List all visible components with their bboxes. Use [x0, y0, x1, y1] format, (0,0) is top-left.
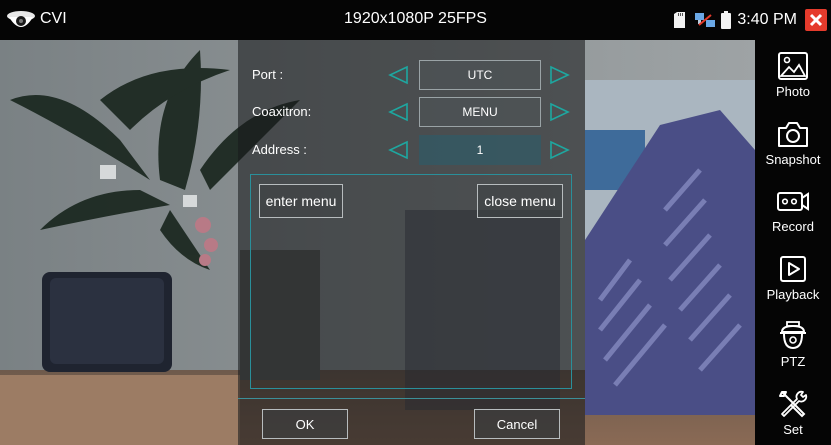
close-menu-button[interactable]: close menu [477, 184, 563, 218]
video-record-icon [777, 192, 809, 211]
right-toolbar: Photo Snapshot Record Playback PTZ Set [755, 40, 831, 445]
address-row: Address : 1 [238, 134, 585, 166]
address-label: Address : [252, 142, 307, 157]
set-label: Set [783, 421, 803, 437]
coaxitron-value[interactable]: MENU [419, 97, 541, 127]
ok-button[interactable]: OK [262, 409, 348, 439]
snapshot-label: Snapshot [765, 151, 821, 167]
status-icons: 3:40 PM [674, 0, 831, 40]
photo-icon [778, 52, 808, 80]
camera-icon [778, 121, 808, 147]
address-prev-arrow-icon[interactable] [387, 140, 409, 160]
ptz-label: PTZ [780, 354, 806, 369]
tools-icon [779, 390, 808, 417]
enter-menu-button[interactable]: enter menu [259, 184, 343, 218]
close-button[interactable] [805, 9, 827, 31]
port-label: Port : [252, 67, 284, 82]
menu-control-panel: enter menu close menu [250, 174, 572, 389]
record-button[interactable]: Record [755, 175, 831, 243]
coaxitron-next-arrow-icon[interactable] [549, 102, 571, 122]
network-icon [695, 13, 716, 27]
status-bar: CVI 1920x1080P 25FPS 3:40 PM [0, 0, 831, 40]
photo-label: Photo [776, 84, 810, 99]
port-next-arrow-icon[interactable] [549, 65, 571, 85]
clock: 3:40 PM [737, 11, 797, 28]
cancel-button[interactable]: Cancel [474, 409, 560, 439]
snapshot-button[interactable]: Snapshot [755, 108, 831, 176]
close-icon [809, 13, 823, 27]
coaxitron-row: Coaxitron: MENU [238, 96, 585, 128]
sd-card-icon [674, 12, 686, 28]
photo-button[interactable]: Photo [755, 40, 831, 108]
ptz-button[interactable]: PTZ [755, 310, 831, 378]
address-value[interactable]: 1 [419, 135, 541, 165]
address-next-arrow-icon[interactable] [549, 140, 571, 160]
set-button[interactable]: Set [755, 378, 831, 445]
coaxitron-label: Coaxitron: [252, 104, 312, 119]
port-prev-arrow-icon[interactable] [387, 65, 409, 85]
playback-label: Playback [766, 286, 820, 302]
battery-icon [721, 11, 732, 29]
ptz-dome-icon [780, 321, 806, 350]
coaxitron-control-dialog: Port : UTC Coaxitron: MENU Address : 1 e… [238, 40, 585, 445]
port-value[interactable]: UTC [419, 60, 541, 90]
playback-button[interactable]: Playback [755, 243, 831, 311]
record-label: Record [772, 219, 814, 234]
coaxitron-prev-arrow-icon[interactable] [387, 102, 409, 122]
port-row: Port : UTC [238, 59, 585, 91]
dialog-divider [238, 398, 585, 399]
playback-icon [780, 255, 806, 282]
